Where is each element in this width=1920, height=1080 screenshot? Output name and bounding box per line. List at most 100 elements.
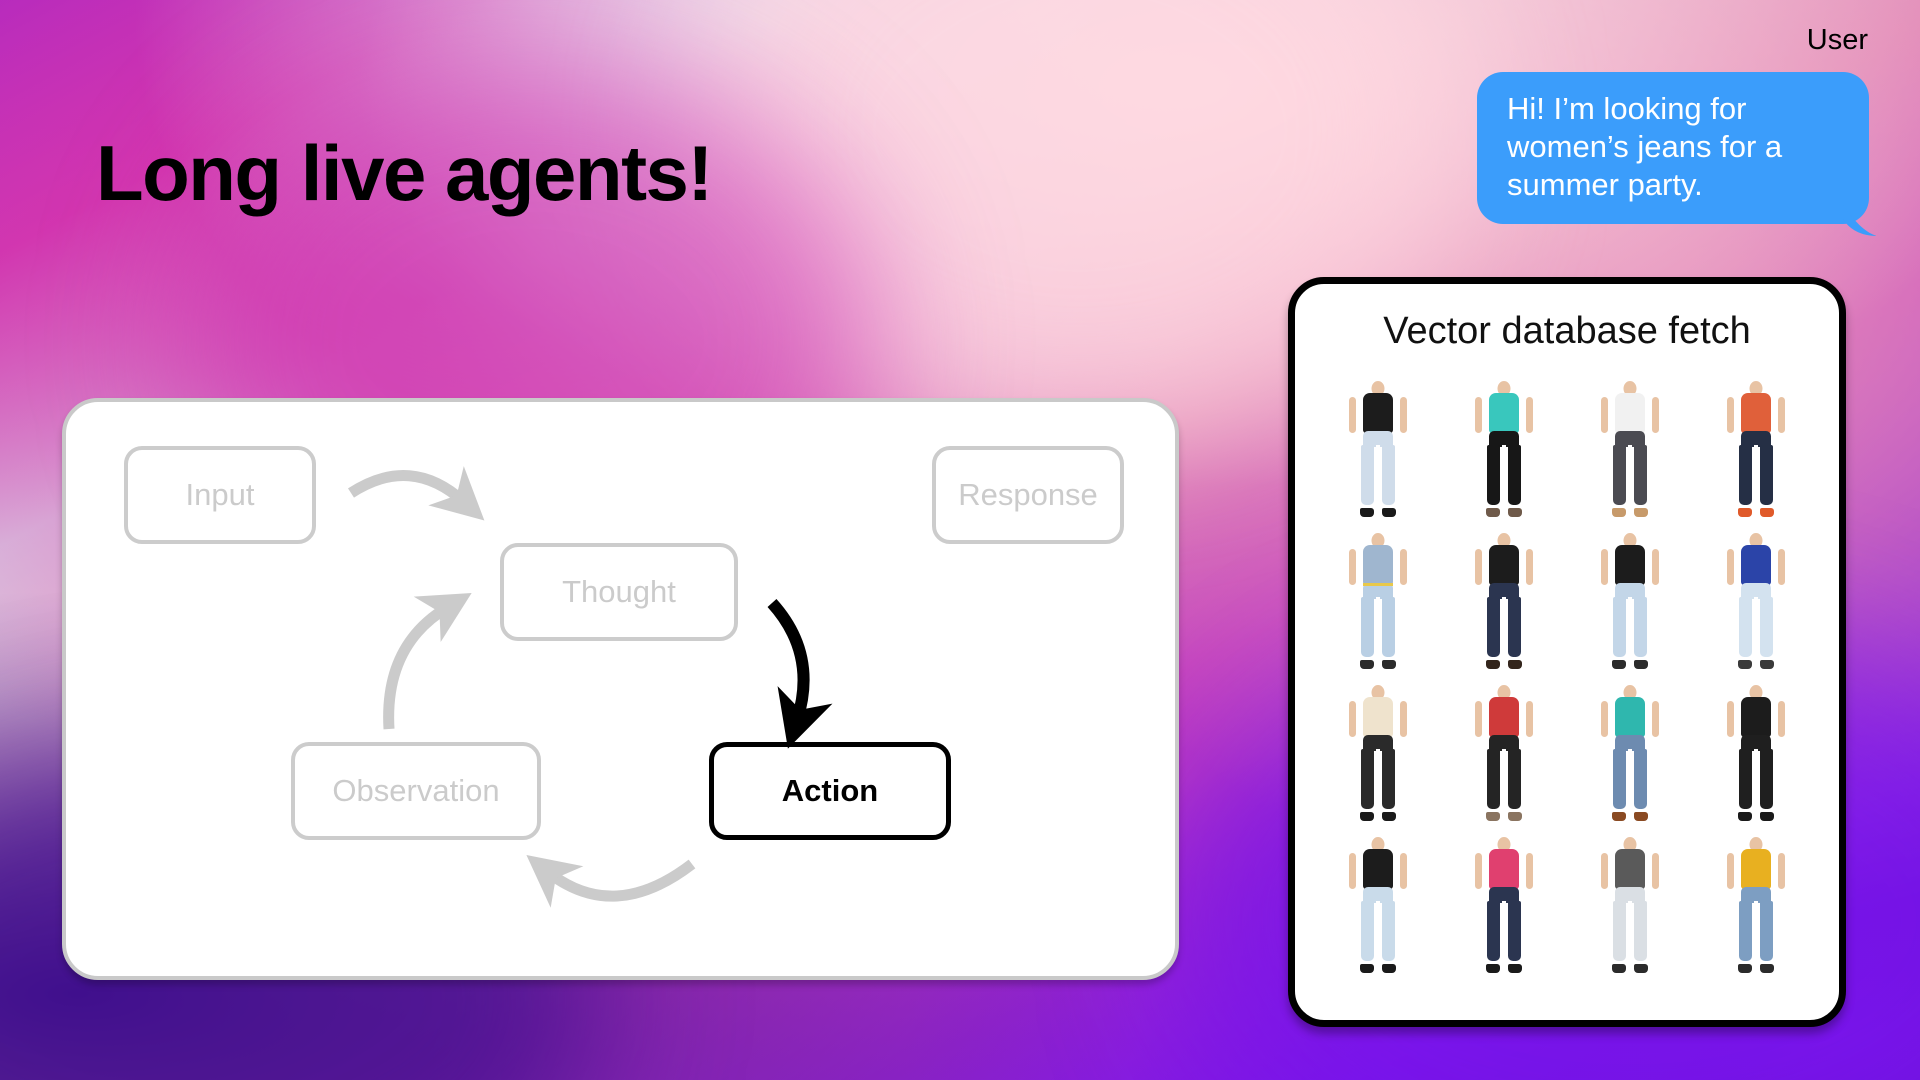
model-torso [1489,849,1519,889]
model-arm-r [1652,549,1659,585]
product-thumbnail[interactable] [1443,377,1565,523]
model-leg-r [1634,901,1647,961]
model-shoe-r [1760,812,1774,821]
model-shoe-l [1486,508,1500,517]
model-leg-r [1382,597,1395,657]
model-shoe-r [1760,660,1774,669]
model-shoe-r [1382,508,1396,517]
product-model-figure [1594,685,1666,823]
model-arm-l [1601,397,1608,433]
loop-node-input[interactable]: Input [124,446,316,544]
model-leg-l [1487,901,1500,961]
model-torso [1489,393,1519,433]
loop-node-action[interactable]: Action [709,742,951,840]
model-shoe-r [1634,812,1648,821]
model-leg-l [1361,749,1374,809]
model-leg-r [1508,901,1521,961]
model-leg-l [1613,901,1626,961]
model-leg-r [1634,445,1647,505]
chat-bubble-user: Hi! I’m looking for women’s jeans for a … [1477,72,1869,225]
product-model-figure [1342,837,1414,975]
loop-node-action-label: Action [781,773,879,808]
loop-node-observation-label: Observation [332,773,500,808]
model-shoe-r [1382,964,1396,973]
model-arm-l [1475,549,1482,585]
product-thumbnail[interactable] [1569,377,1691,523]
model-arm-l [1727,549,1734,585]
agent-loop-card: Input Thought Response Observation Actio… [62,398,1179,980]
model-gap [1376,445,1380,493]
product-thumbnail[interactable] [1443,529,1565,675]
model-leg-r [1760,597,1773,657]
vector-database-title: Vector database fetch [1383,310,1751,352]
product-model-figure [1720,685,1792,823]
model-torso [1741,849,1771,889]
chat-speaker-label: User [1806,24,1868,56]
page-title: Long live agents! [96,129,713,217]
model-torso [1489,697,1519,737]
model-leg-l [1361,445,1374,505]
model-leg-l [1613,749,1626,809]
arrow-input-to-thought [348,466,485,521]
product-thumbnail[interactable] [1569,833,1691,979]
model-gap [1628,597,1632,645]
product-thumbnail[interactable] [1317,681,1439,827]
model-arm-l [1727,397,1734,433]
product-thumbnail[interactable] [1569,529,1691,675]
product-model-figure [1468,381,1540,519]
model-arm-l [1349,397,1356,433]
model-shoe-l [1612,508,1626,517]
model-shoe-l [1360,964,1374,973]
product-model-figure [1594,837,1666,975]
product-thumbnail[interactable] [1317,529,1439,675]
model-leg-r [1760,901,1773,961]
model-torso [1741,545,1771,585]
product-thumbnail[interactable] [1443,833,1565,979]
product-thumbnail[interactable] [1317,833,1439,979]
product-thumbnail[interactable] [1695,377,1817,523]
model-shoe-r [1508,508,1522,517]
model-arm-r [1778,701,1785,737]
model-arm-r [1778,853,1785,889]
product-thumbnail[interactable] [1695,681,1817,827]
model-arm-l [1349,549,1356,585]
model-leg-l [1487,445,1500,505]
product-model-figure [1342,381,1414,519]
model-shoe-r [1634,964,1648,973]
model-shoe-l [1612,812,1626,821]
loop-node-thought-label: Thought [562,574,676,609]
product-model-figure [1594,533,1666,671]
model-leg-l [1739,901,1752,961]
model-torso [1489,545,1519,585]
model-gap [1628,445,1632,493]
slide-canvas: Long live agents! User Hi! I’m looking f… [0,0,1920,1080]
product-thumbnail[interactable] [1695,529,1817,675]
vector-database-card: Vector database fetch [1288,277,1846,1027]
model-shoe-r [1760,508,1774,517]
model-arm-r [1526,549,1533,585]
model-belt [1363,583,1393,586]
model-leg-l [1361,597,1374,657]
model-leg-l [1739,445,1752,505]
loop-node-response-label: Response [958,477,1098,512]
model-shoe-r [1508,660,1522,669]
product-thumbnail[interactable] [1443,681,1565,827]
model-torso [1615,849,1645,889]
product-thumbnail[interactable] [1317,377,1439,523]
model-shoe-r [1382,812,1396,821]
model-arm-l [1601,853,1608,889]
model-arm-r [1778,549,1785,585]
loop-node-observation[interactable]: Observation [291,742,541,840]
product-thumbnail[interactable] [1569,681,1691,827]
loop-node-response[interactable]: Response [932,446,1124,544]
model-arm-l [1727,853,1734,889]
model-shoe-l [1612,660,1626,669]
model-gap [1754,597,1758,645]
model-shoe-l [1738,812,1752,821]
model-shoe-r [1382,660,1396,669]
model-torso [1363,545,1393,585]
loop-node-thought[interactable]: Thought [500,543,738,641]
model-gap [1628,901,1632,949]
model-arm-r [1526,397,1533,433]
product-thumbnail[interactable] [1695,833,1817,979]
